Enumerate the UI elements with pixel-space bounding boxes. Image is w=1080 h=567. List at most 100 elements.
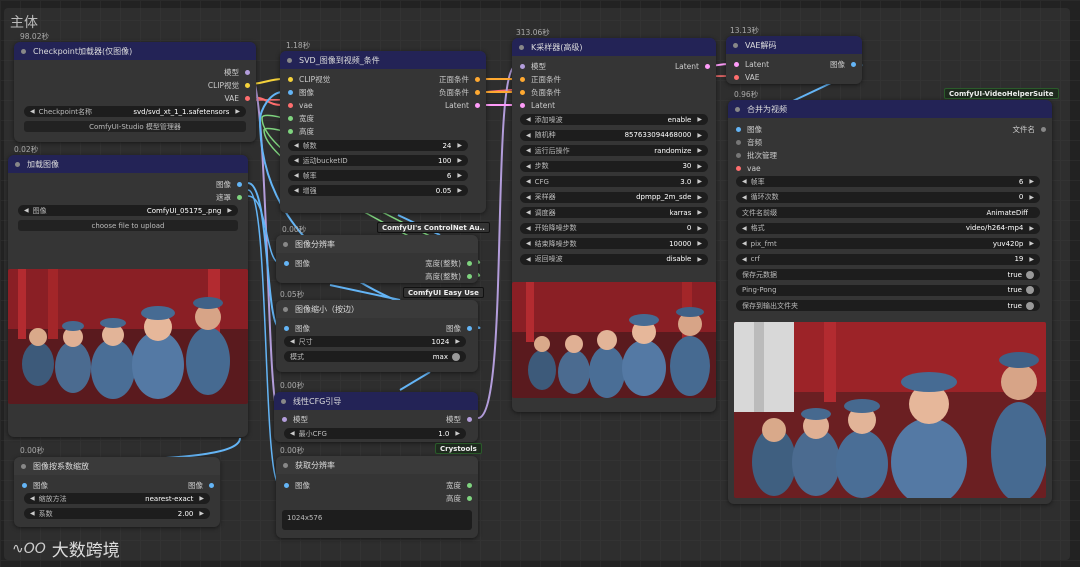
arrow-right-icon[interactable]: ▶: [697, 116, 702, 123]
arrow-right-icon[interactable]: ▶: [1029, 194, 1034, 201]
mode-widget[interactable]: 模式 max: [284, 351, 466, 362]
collapse-dot-icon[interactable]: [287, 57, 292, 63]
min-cfg-widget[interactable]: ◀ 最小CFG 1.0 ▶: [284, 428, 466, 439]
ksampler-widget[interactable]: ◀ 返回噪波 disable ▶: [520, 253, 708, 265]
socket-icon[interactable]: [705, 63, 710, 69]
arrow-right-icon[interactable]: ▶: [1029, 178, 1034, 185]
arrow-left-icon[interactable]: ◀: [30, 510, 35, 517]
ksampler-widget[interactable]: ◀ 随机种 857633094468000 ▶: [520, 129, 708, 141]
input-vae[interactable]: vae: [736, 162, 761, 174]
socket-icon[interactable]: [237, 194, 242, 200]
ksampler-widget[interactable]: ◀ CFG 3.0 ▶: [520, 176, 708, 187]
output-latent[interactable]: Latent: [675, 60, 710, 72]
arrow-left-icon[interactable]: ◀: [526, 194, 531, 201]
video-combine-widget[interactable]: ◀ crf 19 ▶: [736, 253, 1040, 265]
socket-icon[interactable]: [520, 63, 525, 69]
socket-icon[interactable]: [467, 416, 472, 422]
socket-icon[interactable]: [288, 102, 293, 108]
input-image[interactable]: 图像: [288, 86, 314, 98]
collapse-dot-icon[interactable]: [283, 462, 288, 468]
collapse-dot-icon[interactable]: [519, 44, 524, 50]
socket-icon[interactable]: [475, 76, 480, 82]
arrow-left-icon[interactable]: ◀: [30, 108, 35, 115]
collapse-dot-icon[interactable]: [283, 306, 288, 312]
arrow-right-icon[interactable]: ▶: [1029, 225, 1034, 232]
arrow-left-icon[interactable]: ◀: [294, 172, 299, 179]
group-title[interactable]: 主体: [10, 12, 38, 32]
video-combine-widget[interactable]: ◀ 循环次数 0 ▶: [736, 191, 1040, 203]
get-resolution-node[interactable]: 获取分辨率 图像 宽度 高度 1024x576: [276, 456, 478, 538]
frames-widget[interactable]: ◀ 帧数 24 ▶: [288, 140, 468, 151]
socket-icon[interactable]: [288, 115, 293, 121]
upscale-method-widget[interactable]: ◀ 缩放方法 nearest-exact ▶: [24, 493, 210, 504]
collapse-dot-icon[interactable]: [21, 48, 26, 54]
arrow-right-icon[interactable]: ▶: [1029, 240, 1034, 247]
socket-icon[interactable]: [282, 416, 287, 422]
scale-factor-widget[interactable]: ◀ 系数 2.00 ▶: [24, 508, 210, 519]
ksampler-widget[interactable]: ◀ 调度器 karras ▶: [520, 207, 708, 218]
ksampler-widget[interactable]: ◀ 结束降噪步数 10000 ▶: [520, 238, 708, 249]
socket-icon[interactable]: [467, 273, 472, 279]
output-negative[interactable]: 负面条件: [439, 86, 480, 98]
socket-icon[interactable]: [284, 325, 289, 331]
socket-icon[interactable]: [467, 325, 472, 331]
output-model[interactable]: 模型: [446, 413, 472, 425]
image-scale-by-node[interactable]: 图像按系数缩放 图像 图像 ◀ 缩放方法 nearest-exact ▶ ◀ 系数 2.0…: [14, 457, 220, 527]
socket-icon[interactable]: [475, 89, 480, 95]
ksampler-widget[interactable]: ◀ 采样器 dpmpp_2m_sde ▶: [520, 191, 708, 203]
collapse-dot-icon[interactable]: [733, 42, 738, 48]
load-image-node[interactable]: 加载图像 图像 遮罩 ◀ 图像 ComfyUI_05175_.png ▶ choose…: [8, 155, 248, 437]
arrow-right-icon[interactable]: ▶: [457, 172, 462, 179]
socket-icon[interactable]: [520, 102, 525, 108]
input-image[interactable]: 图像: [22, 479, 48, 491]
arrow-right-icon[interactable]: ▶: [1029, 256, 1034, 263]
socket-icon[interactable]: [1041, 126, 1046, 132]
svd-img2vid-conditioning-node[interactable]: SVD_图像到视频_条件 CLIP视觉 图像 vae 宽度 高度 正面条件 负面…: [280, 51, 486, 213]
socket-icon[interactable]: [475, 102, 480, 108]
output-image[interactable]: 图像: [446, 322, 472, 334]
socket-icon[interactable]: [245, 69, 250, 75]
augmentation-widget[interactable]: ◀ 增强 0.05 ▶: [288, 185, 468, 196]
video-combine-widget[interactable]: 保存到输出文件夹 true: [736, 300, 1040, 311]
output-latent[interactable]: Latent: [445, 99, 480, 111]
arrow-left-icon[interactable]: ◀: [290, 338, 295, 345]
arrow-right-icon[interactable]: ▶: [697, 209, 702, 216]
collapse-dot-icon[interactable]: [283, 241, 288, 247]
ksampler-widget[interactable]: ◀ 运行后操作 randomize ▶: [520, 145, 708, 156]
video-combine-widget[interactable]: 保存元数据 true: [736, 269, 1040, 280]
input-vae[interactable]: VAE: [734, 71, 760, 83]
arrow-left-icon[interactable]: ◀: [526, 116, 531, 123]
socket-icon[interactable]: [736, 152, 741, 158]
output-model[interactable]: 模型: [224, 66, 250, 78]
output-height-int[interactable]: 高度(整数): [425, 270, 472, 282]
fps-widget[interactable]: ◀ 帧率 6 ▶: [288, 170, 468, 181]
video-combine-widget[interactable]: 文件名前缀 AnimateDiff: [736, 207, 1040, 218]
output-mask[interactable]: 遮罩: [216, 191, 242, 203]
size-widget[interactable]: ◀ 尺寸 1024 ▶: [284, 336, 466, 347]
video-combine-widget[interactable]: ◀ pix_fmt yuv420p ▶: [736, 238, 1040, 249]
input-audio[interactable]: 音频: [736, 136, 762, 148]
toggle-icon[interactable]: [1026, 301, 1034, 310]
video-combine-node[interactable]: 合并为视频 图像 音频 批次管理 vae 文件名 ◀ 帧率 6 ▶ ◀ 循环次数 0 ▶ 文件名…: [728, 100, 1052, 504]
video-combine-widget[interactable]: ◀ 格式 video/h264-mp4 ▶: [736, 222, 1040, 234]
socket-icon[interactable]: [284, 260, 289, 266]
arrow-left-icon[interactable]: ◀: [526, 147, 531, 154]
socket-icon[interactable]: [736, 139, 741, 145]
socket-icon[interactable]: [520, 76, 525, 82]
socket-icon[interactable]: [734, 61, 739, 67]
input-image[interactable]: 图像: [284, 322, 310, 334]
output-vae[interactable]: VAE: [224, 92, 250, 104]
socket-icon[interactable]: [467, 482, 472, 488]
arrow-right-icon[interactable]: ▶: [457, 157, 462, 164]
arrow-right-icon[interactable]: ▶: [697, 163, 702, 170]
image-combo[interactable]: ◀ 图像 ComfyUI_05175_.png ▶: [18, 205, 238, 216]
arrow-left-icon[interactable]: ◀: [742, 225, 747, 232]
output-filenames[interactable]: 文件名: [1013, 123, 1046, 135]
input-image[interactable]: 图像: [284, 257, 310, 269]
arrow-left-icon[interactable]: ◀: [294, 142, 299, 149]
input-model[interactable]: 模型: [282, 413, 308, 425]
toggle-icon[interactable]: [1026, 286, 1034, 294]
arrow-left-icon[interactable]: ◀: [294, 187, 299, 194]
input-height[interactable]: 高度: [288, 125, 314, 137]
socket-icon[interactable]: [736, 126, 741, 132]
